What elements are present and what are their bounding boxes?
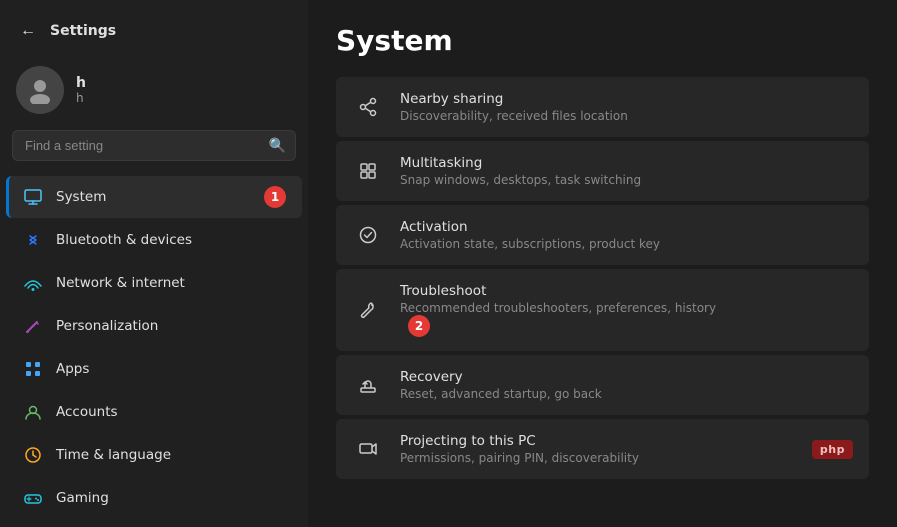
search-box: 🔍 (12, 130, 296, 161)
sidebar-item-gaming[interactable]: Gaming (6, 477, 302, 519)
recovery-label: Recovery (400, 369, 853, 385)
time-icon (22, 444, 44, 466)
sidebar-item-accounts[interactable]: Accounts (6, 391, 302, 433)
sidebar-header: ← Settings (0, 0, 308, 54)
multitasking-icon (352, 155, 384, 187)
sidebar-item-label-system: System (56, 189, 106, 205)
sidebar-item-label-apps: Apps (56, 361, 89, 377)
sidebar-item-bluetooth[interactable]: Bluetooth & devices (6, 219, 302, 261)
php-badge-container: php (812, 440, 853, 459)
system-icon (22, 186, 44, 208)
activation-label: Activation (400, 219, 853, 235)
settings-item-nearby-sharing[interactable]: Nearby sharing Discoverability, received … (336, 77, 869, 137)
annotation-badge-2: 2 (408, 315, 430, 337)
nav-list: System 1 Bluetooth & devices Network & inte… (0, 171, 308, 527)
multitasking-label: Multitasking (400, 155, 853, 171)
troubleshoot-text: Troubleshoot Recommended troubleshooters,… (400, 283, 853, 337)
sidebar-item-system[interactable]: System 1 (6, 176, 302, 218)
page-title: System (336, 24, 869, 57)
avatar (16, 66, 64, 114)
apps-icon (22, 358, 44, 380)
user-name: h (76, 75, 86, 91)
activation-text: Activation Activation state, subscription… (400, 219, 853, 251)
settings-list: Nearby sharing Discoverability, received … (336, 77, 869, 479)
php-badge: php (812, 440, 853, 459)
sidebar: ← Settings h h 🔍 System 1 Bluetooth & devi… (0, 0, 308, 527)
accounts-icon (22, 401, 44, 423)
sidebar-item-label-network: Network & internet (56, 275, 185, 291)
nearby-sharing-description: Discoverability, received files location (400, 109, 853, 123)
nearby-sharing-icon (352, 91, 384, 123)
multitasking-description: Snap windows, desktops, task switching (400, 173, 853, 187)
projecting-description: Permissions, pairing PIN, discoverabilit… (400, 451, 796, 465)
network-icon (22, 272, 44, 294)
projecting-text: Projecting to this PC Permissions, pairin… (400, 433, 796, 465)
sidebar-item-label-accounts: Accounts (56, 404, 118, 420)
back-button[interactable]: ← (16, 18, 40, 44)
sidebar-item-label-time: Time & language (56, 447, 171, 463)
sidebar-item-label-personalization: Personalization (56, 318, 158, 334)
multitasking-text: Multitasking Snap windows, desktops, task… (400, 155, 853, 187)
projecting-icon (352, 433, 384, 465)
troubleshoot-label: Troubleshoot (400, 283, 853, 299)
settings-item-troubleshoot[interactable]: Troubleshoot Recommended troubleshooters,… (336, 269, 869, 351)
bluetooth-icon (22, 229, 44, 251)
troubleshoot-icon (352, 294, 384, 326)
sidebar-item-apps[interactable]: Apps (6, 348, 302, 390)
sidebar-item-network[interactable]: Network & internet (6, 262, 302, 304)
settings-item-projecting[interactable]: Projecting to this PC Permissions, pairin… (336, 419, 869, 479)
gaming-icon (22, 487, 44, 509)
user-profile[interactable]: h h (0, 54, 308, 130)
settings-title: Settings (50, 23, 116, 39)
settings-item-multitasking[interactable]: Multitasking Snap windows, desktops, task… (336, 141, 869, 201)
recovery-description: Reset, advanced startup, go back (400, 387, 853, 401)
sidebar-item-personalization[interactable]: Personalization (6, 305, 302, 347)
nearby-sharing-label: Nearby sharing (400, 91, 853, 107)
search-input[interactable] (12, 130, 296, 161)
user-info: h h (76, 75, 86, 105)
settings-item-recovery[interactable]: Recovery Reset, advanced startup, go back (336, 355, 869, 415)
nearby-sharing-text: Nearby sharing Discoverability, received … (400, 91, 853, 123)
projecting-label: Projecting to this PC (400, 433, 796, 449)
user-email: h (76, 91, 86, 105)
annotation-badge-1: 1 (264, 186, 286, 208)
sidebar-item-label-bluetooth: Bluetooth & devices (56, 232, 192, 248)
sidebar-item-label-gaming: Gaming (56, 490, 109, 506)
main-content: System Nearby sharing Discoverability, re… (308, 0, 897, 527)
settings-item-activation[interactable]: Activation Activation state, subscription… (336, 205, 869, 265)
activation-description: Activation state, subscriptions, product… (400, 237, 853, 251)
personalization-icon (22, 315, 44, 337)
recovery-icon (352, 369, 384, 401)
activation-icon (352, 219, 384, 251)
troubleshoot-description: Recommended troubleshooters, preferences… (400, 301, 853, 315)
sidebar-item-time[interactable]: Time & language (6, 434, 302, 476)
recovery-text: Recovery Reset, advanced startup, go back (400, 369, 853, 401)
